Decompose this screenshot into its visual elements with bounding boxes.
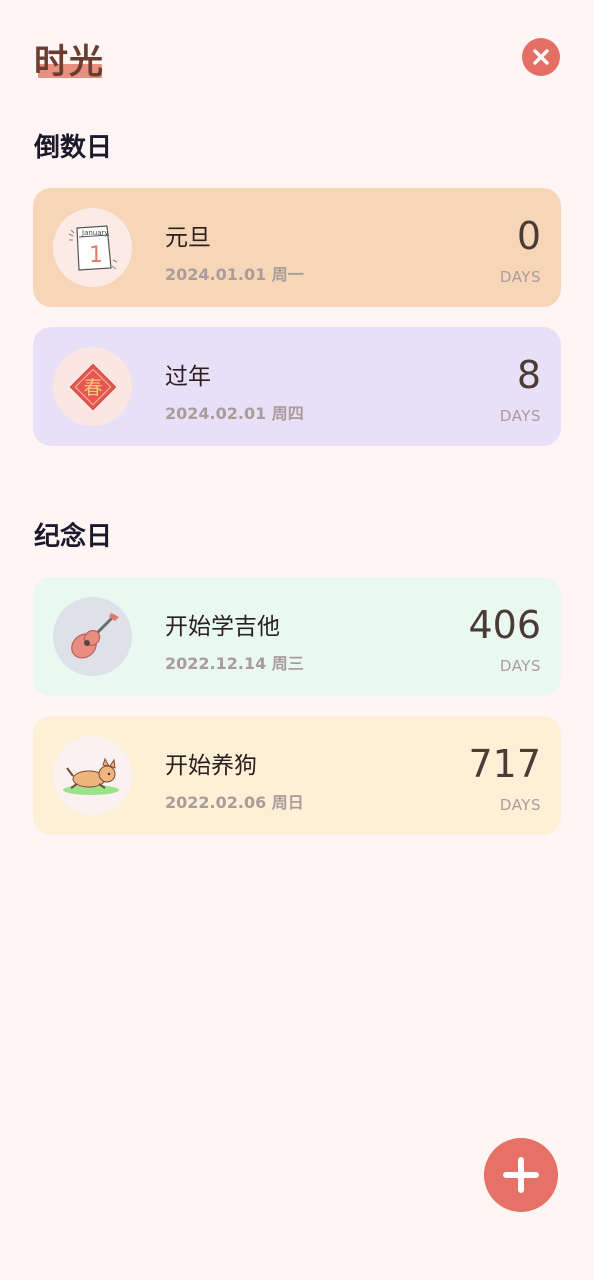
days-count: 0 <box>516 214 541 258</box>
spring-festival-icon: 春 <box>53 347 132 426</box>
close-button[interactable] <box>522 38 560 76</box>
event-name: 元旦 <box>165 225 211 251</box>
days-unit: DAYS <box>499 796 541 814</box>
spring-character: 春 <box>83 377 102 399</box>
event-name: 过年 <box>165 364 211 390</box>
countdown-card-new-year[interactable]: January 1 元旦 2024.01.01 周一 0 DAYS <box>33 188 561 307</box>
countdown-card-spring-festival[interactable]: 春 过年 2024.02.01 周四 8 DAYS <box>33 327 561 446</box>
days-unit: DAYS <box>499 657 541 675</box>
anniversary-card-guitar[interactable]: 开始学吉他 2022.12.14 周三 406 DAYS <box>33 577 561 696</box>
calendar-january-icon: January 1 <box>53 208 132 287</box>
days-unit: DAYS <box>499 268 541 286</box>
anniversary-card-dog[interactable]: 开始养狗 2022.02.06 周日 717 DAYS <box>33 716 561 835</box>
calendar-day-text: 1 <box>89 243 103 268</box>
plus-icon <box>503 1157 539 1193</box>
days-count: 8 <box>516 353 541 397</box>
page-title: 时光 <box>34 34 104 83</box>
event-date: 2024.02.01 周四 <box>165 404 304 423</box>
event-date: 2024.01.01 周一 <box>165 265 304 284</box>
add-event-button[interactable] <box>484 1138 558 1212</box>
calendar-month-text: January <box>81 229 109 237</box>
section-title-anniversary: 纪念日 <box>34 522 113 552</box>
event-name: 开始学吉他 <box>165 614 280 640</box>
days-unit: DAYS <box>499 407 541 425</box>
guitar-icon <box>53 597 132 676</box>
days-count: 406 <box>468 603 541 647</box>
section-title-countdown: 倒数日 <box>34 133 113 163</box>
event-name: 开始养狗 <box>165 753 257 779</box>
event-date: 2022.02.06 周日 <box>165 793 304 812</box>
event-date: 2022.12.14 周三 <box>165 654 304 673</box>
page-title-text: 时光 <box>34 42 104 82</box>
close-icon <box>533 49 549 65</box>
dog-icon <box>53 736 132 815</box>
days-count: 717 <box>468 742 541 786</box>
